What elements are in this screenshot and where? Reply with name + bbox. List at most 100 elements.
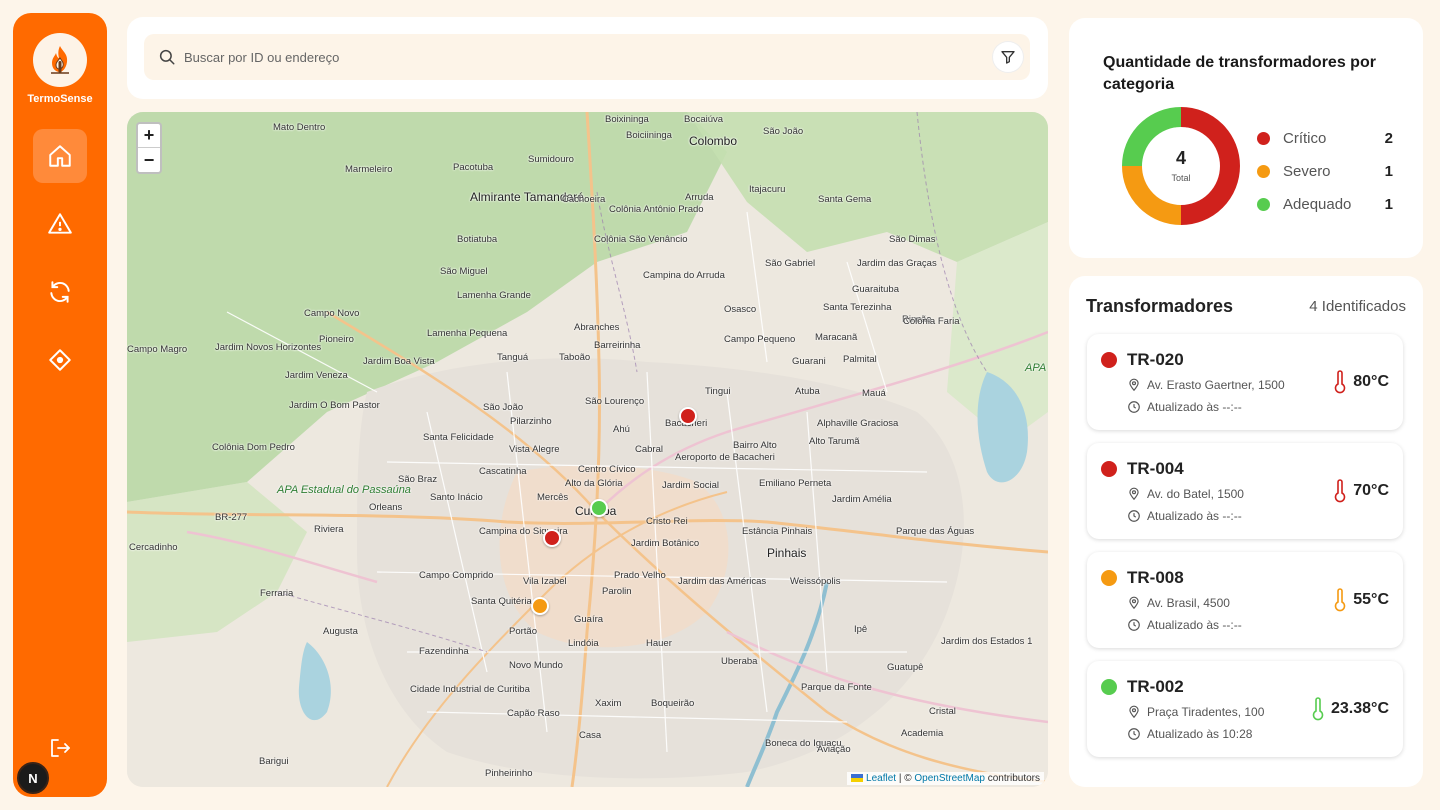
map-attribution: Leaflet | © OpenStreetMap contributors (847, 772, 1044, 785)
map-label: Cabral (635, 444, 663, 455)
osm-link[interactable]: OpenStreetMap (914, 773, 985, 784)
transformer-item-tr-004[interactable]: TR-004 Av. do Batel, 1500 Atualizado às --… (1087, 443, 1403, 539)
map-label: Alphaville Graciosa (817, 418, 899, 429)
map-marker-tr-020[interactable] (679, 407, 697, 425)
legend-count: 1 (1384, 196, 1393, 213)
user-avatar[interactable]: N (17, 762, 49, 794)
map-label: Fazendinha (419, 646, 469, 657)
map-label: Santa Felicidade (423, 432, 494, 443)
map-label: Ipê (854, 624, 868, 635)
map-label: Mauá (862, 388, 886, 399)
map-marker-tr-004[interactable] (543, 529, 561, 547)
map-label: Barigui (259, 756, 289, 767)
map-label: Botiatuba (457, 234, 498, 245)
map-label: Pilarzinho (510, 416, 552, 427)
map-label: Jardim Amélia (832, 494, 892, 505)
sidebar-nav (33, 129, 87, 387)
transformer-item-tr-002[interactable]: TR-002 Praça Tiradentes, 100 Atualizado às… (1087, 661, 1403, 757)
address-row: Av. Erasto Gaertner, 1500 (1127, 378, 1285, 392)
donut-slice-adequado (1122, 107, 1182, 167)
map-label: Osasco (724, 304, 757, 315)
transformer-id: TR-008 (1127, 568, 1184, 587)
list-count: 4 Identificados (1309, 298, 1406, 315)
map-label: Pinheirinho (485, 768, 533, 779)
map-view[interactable]: + − Boixininga Bocaiúva Mato Dentro Boiciin… (127, 112, 1048, 787)
map-label: Xaxim (595, 698, 622, 709)
attribution-suffix: contributors (984, 773, 1040, 784)
map-label: Boiciininga (626, 130, 672, 141)
sidebar: TermoSense (13, 13, 107, 797)
map-label: Lindóia (568, 638, 599, 649)
map-label: Vista Alegre (509, 444, 560, 455)
category-legend: Crítico 2 Severo 1 Adequado 1 (1257, 122, 1393, 221)
map-label: Palmital (843, 354, 877, 365)
transformer-updated: Atualizado às --:-- (1147, 400, 1242, 414)
map-label: São Lourenço (585, 396, 645, 407)
map-label: Atuba (795, 386, 820, 397)
map-label: Aeroporto de Bacacheri (675, 452, 775, 463)
legend-label: Adequado (1283, 196, 1352, 213)
map-label: Colônia São Venâncio (594, 234, 688, 245)
transformer-item-tr-008[interactable]: TR-008 Av. Brasil, 4500 Atualizado às --:-… (1087, 552, 1403, 648)
map-label: APA Estadual do Passaúna (277, 484, 411, 496)
transformer-address: Av. do Batel, 1500 (1147, 487, 1244, 501)
legend-dot (1257, 165, 1270, 178)
map-label: Itajacuru (749, 184, 786, 195)
map-label: Pinhais (767, 546, 807, 560)
map-label: São João (763, 126, 804, 137)
location-pin-icon (1129, 487, 1139, 501)
map-label: Sumidouro (528, 154, 574, 165)
map-label: Arruda (685, 192, 714, 203)
map-label: Estância Pinhais (742, 526, 813, 537)
map-label: Colombo (689, 134, 738, 148)
sidebar-item-sync[interactable] (33, 265, 87, 319)
map-label: Santa Gema (818, 194, 872, 205)
updated-row: Atualizado às --:-- (1127, 400, 1242, 414)
logout-button[interactable] (45, 733, 75, 763)
map-label: São Gabriel (765, 258, 816, 269)
filter-icon (1001, 51, 1015, 64)
map-label: Academia (901, 728, 944, 739)
map-label: Maracanã (815, 332, 858, 343)
zoom-in-button[interactable]: + (138, 124, 160, 148)
flame-logo-icon (51, 46, 69, 74)
donut-total-value: 4 (1176, 148, 1186, 168)
sidebar-item-alerts[interactable] (33, 197, 87, 251)
map-label: Cristo Rei (646, 516, 688, 527)
attribution-separator: | © (896, 773, 915, 784)
map-label: Mercês (537, 492, 569, 503)
map-label: Parque da Fonte (801, 682, 872, 693)
map-label: São Miguel (440, 266, 488, 277)
thermometer-icon (1334, 370, 1346, 394)
map-marker-tr-002[interactable] (590, 499, 608, 517)
transformer-item-tr-020[interactable]: TR-020 Av. Erasto Gaertner, 1500 Atualizad… (1087, 334, 1403, 430)
filter-button[interactable] (993, 42, 1023, 72)
map-label: Parolin (602, 586, 632, 597)
map-label: Jardim das Graças (857, 258, 937, 269)
map-label: Cercadinho (129, 542, 178, 553)
summary-title: Quantidade de transformadores por catego… (1103, 54, 1376, 93)
map-label: Pioneiro (319, 334, 354, 345)
map-label: Santa Terezinha (823, 302, 892, 313)
legend-item: Adequado 1 (1257, 188, 1393, 221)
location-pin-icon (1129, 596, 1139, 610)
map-marker-tr-008[interactable] (531, 597, 549, 615)
legend-dot (1257, 198, 1270, 211)
sidebar-item-locations[interactable] (33, 333, 87, 387)
brand-name: TermoSense (27, 93, 93, 105)
ukraine-flag-icon (851, 774, 864, 783)
map-label: BR-277 (215, 512, 248, 523)
map-label: Colônia Faria (903, 316, 960, 327)
category-summary-card: Quantidade de transformadores por catego… (1069, 18, 1423, 258)
app-logo[interactable] (33, 33, 87, 87)
status-dot (1101, 570, 1117, 586)
map-label: Jardim Veneza (285, 370, 348, 381)
search-input[interactable] (176, 34, 993, 80)
list-title: Transformadores (1086, 296, 1234, 316)
map-label: Guaraituba (852, 284, 900, 295)
sidebar-item-home[interactable] (33, 129, 87, 183)
address-row: Praça Tiradentes, 100 (1127, 705, 1264, 719)
temperature-readout: 80°C (1333, 370, 1389, 394)
leaflet-link[interactable]: Leaflet (866, 773, 896, 784)
zoom-out-button[interactable]: − (138, 148, 160, 172)
